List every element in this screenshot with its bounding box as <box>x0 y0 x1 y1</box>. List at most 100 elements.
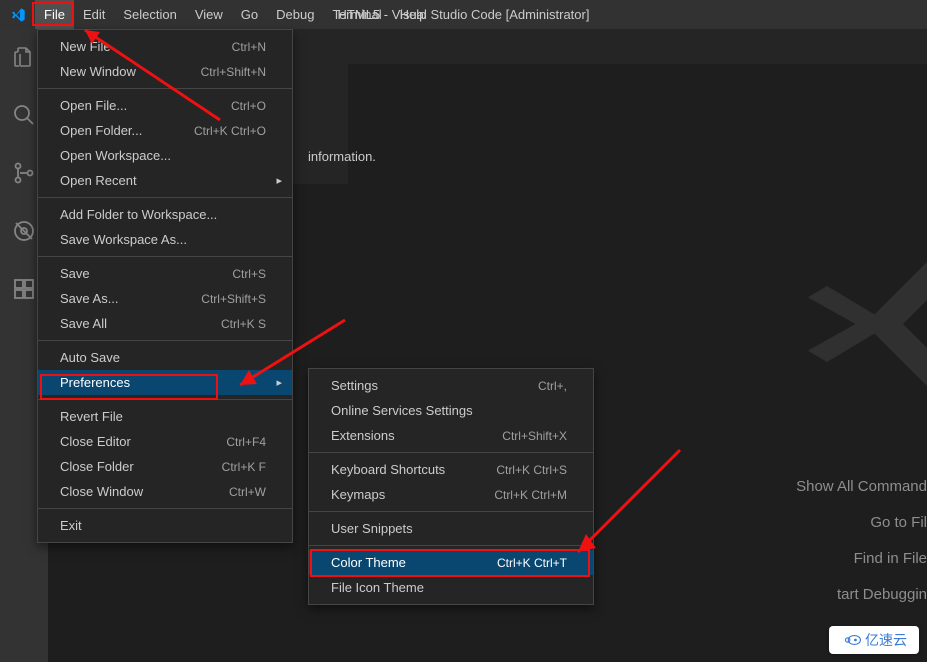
menu-item-label: Online Services Settings <box>331 403 473 418</box>
file-menu-item-exit[interactable]: Exit <box>38 513 292 538</box>
menu-edit[interactable]: Edit <box>74 0 114 29</box>
badge-text: 亿速云 <box>865 630 907 650</box>
menu-item-label: Open File... <box>60 98 127 113</box>
chevron-right-icon: ▸ <box>276 174 282 187</box>
menu-item-label: New Window <box>60 64 136 79</box>
menu-terminal[interactable]: Terminal <box>323 0 390 29</box>
menu-item-label: Settings <box>331 378 378 393</box>
menu-item-label: Open Workspace... <box>60 148 171 163</box>
hint-item: tart Debuggin <box>796 577 927 613</box>
menu-item-label: Save Workspace As... <box>60 232 187 247</box>
menu-item-label: Open Folder... <box>60 123 142 138</box>
pref-menu-item-settings[interactable]: Settings Ctrl+, <box>309 373 593 398</box>
vscode-logo-icon <box>0 7 35 23</box>
hint-item: Go to Fil <box>796 505 927 541</box>
chevron-right-icon: ▸ <box>276 376 282 389</box>
menu-item-label: Keymaps <box>331 487 385 502</box>
file-menu-item-open-workspace[interactable]: Open Workspace... <box>38 143 292 168</box>
pref-menu-item-user-snippets[interactable]: User Snippets <box>309 516 593 541</box>
file-menu-item-save[interactable]: Save Ctrl+S <box>38 261 292 286</box>
file-menu-item-open-recent[interactable]: Open Recent ▸ <box>38 168 292 193</box>
hint-item: Find in File <box>796 541 927 577</box>
hint-item: Show All Command <box>796 469 927 505</box>
menu-item-shortcut: Ctrl+W <box>229 485 266 499</box>
file-menu-item-auto-save[interactable]: Auto Save <box>38 345 292 370</box>
menu-item-shortcut: Ctrl+K Ctrl+O <box>194 124 266 138</box>
menu-separator <box>309 545 593 546</box>
menu-separator <box>38 197 292 198</box>
welcome-hints: Show All Command Go to Fil Find in File … <box>796 469 927 613</box>
menu-item-label: Close Folder <box>60 459 134 474</box>
menu-item-shortcut: Ctrl+K S <box>221 317 266 331</box>
file-menu-item-new-file[interactable]: New File Ctrl+N <box>38 34 292 59</box>
menu-item-label: Save As... <box>60 291 119 306</box>
menu-separator <box>38 88 292 89</box>
menu-item-label: New File <box>60 39 111 54</box>
file-menu-item-save-as[interactable]: Save As... Ctrl+Shift+S <box>38 286 292 311</box>
menu-file[interactable]: File <box>35 0 74 29</box>
menu-item-shortcut: Ctrl+S <box>232 267 266 281</box>
menu-view[interactable]: View <box>186 0 232 29</box>
menu-item-label: Preferences <box>60 375 130 390</box>
menu-item-label: Close Editor <box>60 434 131 449</box>
info-text: information. <box>308 149 376 164</box>
pref-menu-item-keymaps[interactable]: Keymaps Ctrl+K Ctrl+M <box>309 482 593 507</box>
pref-menu-item-keyboard-shortcuts[interactable]: Keyboard Shortcuts Ctrl+K Ctrl+S <box>309 457 593 482</box>
file-menu-item-add-folder-to-workspace[interactable]: Add Folder to Workspace... <box>38 202 292 227</box>
menu-item-label: Extensions <box>331 428 395 443</box>
title-bar: File Edit Selection View Go Debug Termin… <box>0 0 927 29</box>
menubar: File Edit Selection View Go Debug Termin… <box>35 0 435 29</box>
menu-item-shortcut: Ctrl+K Ctrl+S <box>496 463 567 477</box>
file-menu-item-revert-file[interactable]: Revert File <box>38 404 292 429</box>
menu-separator <box>38 399 292 400</box>
menu-item-shortcut: Ctrl+Shift+S <box>201 292 266 306</box>
file-menu-item-close-editor[interactable]: Close Editor Ctrl+F4 <box>38 429 292 454</box>
file-menu-item-save-all[interactable]: Save All Ctrl+K S <box>38 311 292 336</box>
menu-item-label: Save All <box>60 316 107 331</box>
pref-menu-item-extensions[interactable]: Extensions Ctrl+Shift+X <box>309 423 593 448</box>
menu-separator <box>309 511 593 512</box>
menu-item-label: User Snippets <box>331 521 413 536</box>
menu-selection[interactable]: Selection <box>114 0 185 29</box>
menu-item-label: Exit <box>60 518 82 533</box>
menu-item-label: Save <box>60 266 90 281</box>
file-menu-item-close-window[interactable]: Close Window Ctrl+W <box>38 479 292 504</box>
file-menu-item-preferences[interactable]: Preferences ▸ <box>38 370 292 395</box>
menu-item-shortcut: Ctrl+Shift+X <box>502 429 567 443</box>
menu-item-label: Revert File <box>60 409 123 424</box>
menu-separator <box>38 340 292 341</box>
menu-item-shortcut: Ctrl+K Ctrl+M <box>494 488 567 502</box>
file-menu-item-close-folder[interactable]: Close Folder Ctrl+K F <box>38 454 292 479</box>
vscode-watermark-icon <box>808 229 927 422</box>
menu-item-shortcut: Ctrl+Shift+N <box>201 65 266 79</box>
menu-item-label: Keyboard Shortcuts <box>331 462 445 477</box>
menu-item-shortcut: Ctrl+O <box>231 99 266 113</box>
menu-item-label: Color Theme <box>331 555 406 570</box>
menu-item-shortcut: Ctrl+, <box>538 379 567 393</box>
file-menu-item-save-workspace-as[interactable]: Save Workspace As... <box>38 227 292 252</box>
menu-item-label: File Icon Theme <box>331 580 424 595</box>
menu-separator <box>38 256 292 257</box>
menu-item-label: Auto Save <box>60 350 120 365</box>
menu-separator <box>309 452 593 453</box>
menu-item-shortcut: Ctrl+K Ctrl+T <box>497 556 567 570</box>
menu-item-shortcut: Ctrl+K F <box>222 460 266 474</box>
menu-item-label: Add Folder to Workspace... <box>60 207 217 222</box>
menu-debug[interactable]: Debug <box>267 0 323 29</box>
menu-go[interactable]: Go <box>232 0 267 29</box>
preferences-submenu: Settings Ctrl+, Online Services Settings Ex… <box>308 368 594 605</box>
menu-item-label: Close Window <box>60 484 143 499</box>
watermark-badge: 亿速云 <box>829 626 919 654</box>
menu-help[interactable]: Help <box>391 0 436 29</box>
pref-menu-item-online-services-settings[interactable]: Online Services Settings <box>309 398 593 423</box>
file-menu-item-open-file[interactable]: Open File... Ctrl+O <box>38 93 292 118</box>
file-menu-item-open-folder[interactable]: Open Folder... Ctrl+K Ctrl+O <box>38 118 292 143</box>
file-menu-item-new-window[interactable]: New Window Ctrl+Shift+N <box>38 59 292 84</box>
pref-menu-item-color-theme[interactable]: Color Theme Ctrl+K Ctrl+T <box>309 550 593 575</box>
menu-item-shortcut: Ctrl+F4 <box>226 435 266 449</box>
menu-separator <box>38 508 292 509</box>
menu-item-label: Open Recent <box>60 173 137 188</box>
pref-menu-item-file-icon-theme[interactable]: File Icon Theme <box>309 575 593 600</box>
file-menu-dropdown: New File Ctrl+N New Window Ctrl+Shift+N Open… <box>37 29 293 543</box>
menu-item-shortcut: Ctrl+N <box>232 40 266 54</box>
